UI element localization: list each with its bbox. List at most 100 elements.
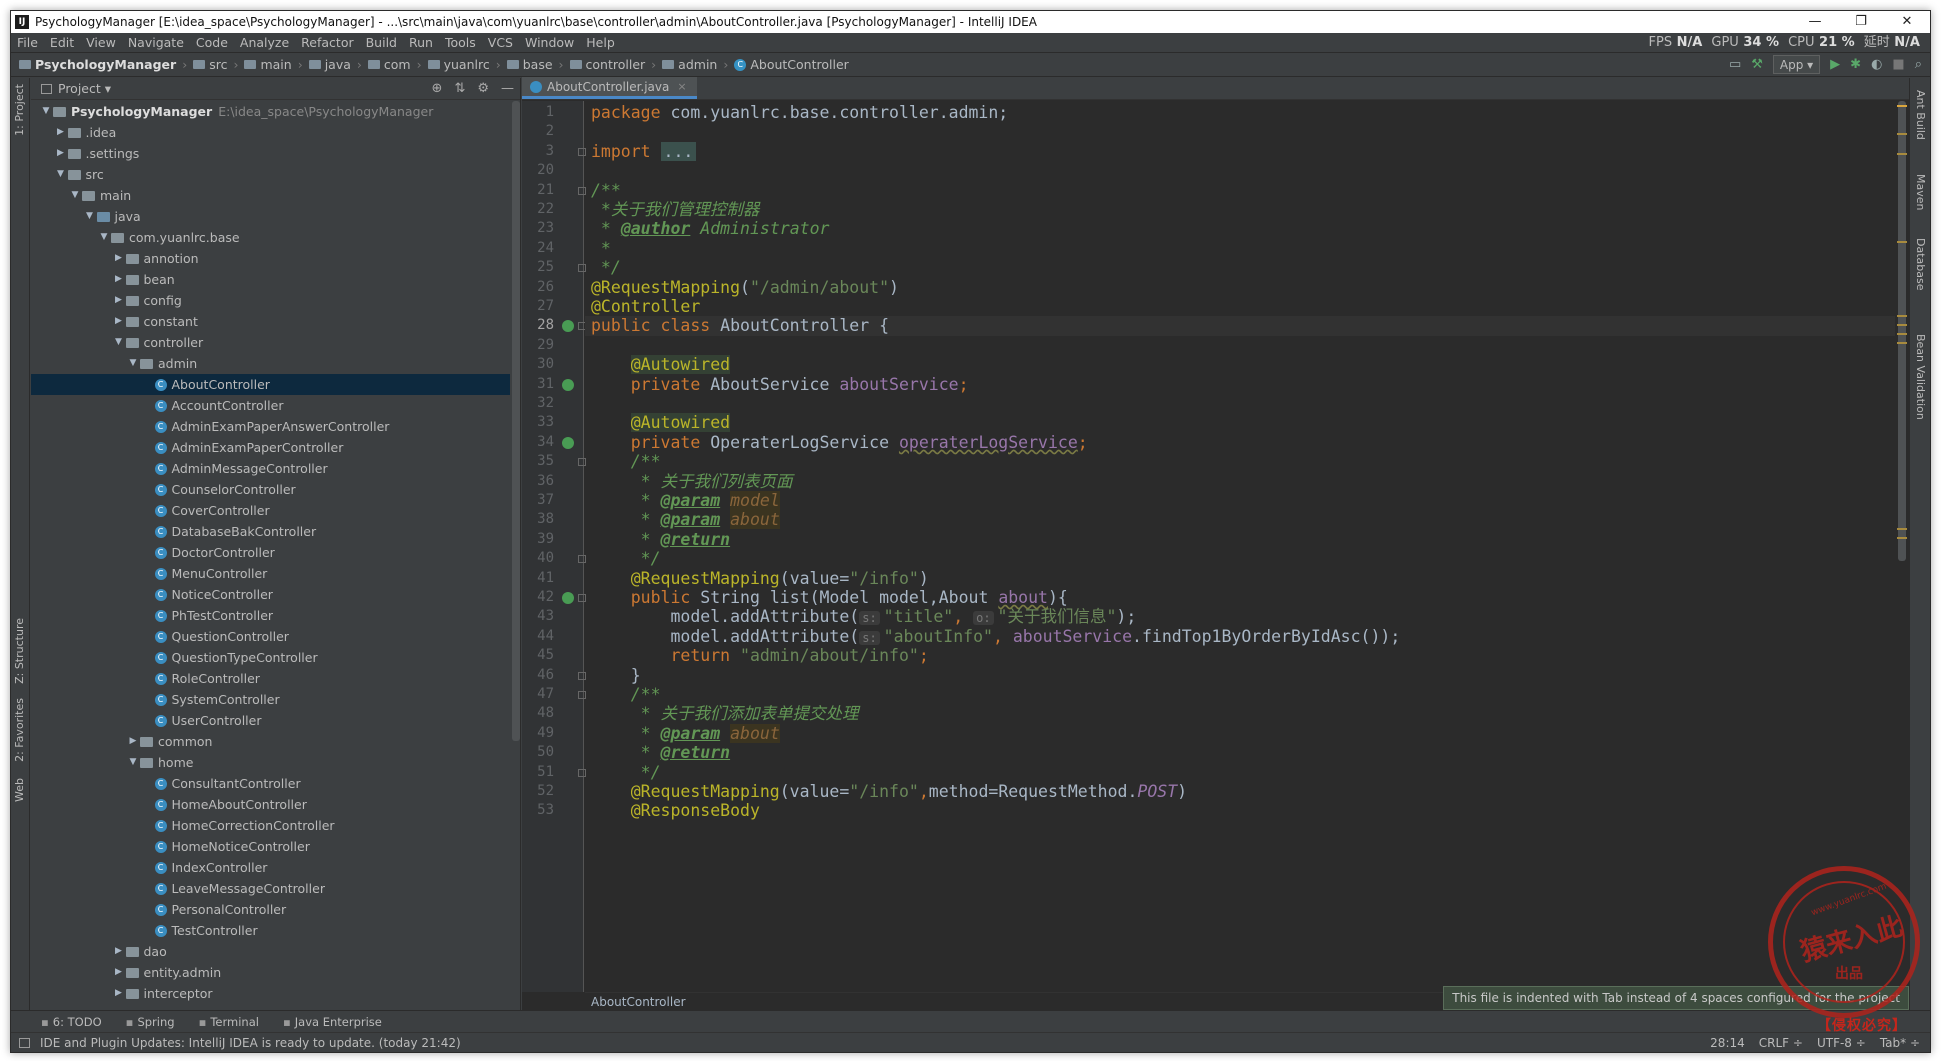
tree-node[interactable]: ▶ bean [31, 269, 510, 290]
menu-vcs[interactable]: VCS [482, 35, 519, 50]
collapsed-arrow-icon[interactable]: ▶ [54, 143, 68, 164]
tree-node[interactable]: C AboutController [31, 374, 510, 395]
tree-node[interactable]: C PhTestController [31, 605, 510, 626]
stop-icon[interactable]: ■ [1892, 57, 1904, 72]
search-icon[interactable]: ⌕ [1915, 57, 1922, 72]
layout-icon[interactable]: ▭ [1729, 57, 1741, 72]
gear-icon[interactable]: ⚙ [477, 81, 489, 96]
debug-icon[interactable]: ✱ [1850, 57, 1861, 72]
tree-node[interactable]: C MenuController [31, 563, 510, 584]
tree-node[interactable]: ▶ config [31, 290, 510, 311]
collapse-all-icon[interactable]: ⇅ [454, 81, 465, 96]
tree-node[interactable]: C CounselorController [31, 479, 510, 500]
error-stripe-mark[interactable] [1897, 537, 1907, 539]
menu-build[interactable]: Build [360, 35, 403, 50]
expanded-arrow-icon[interactable]: ▼ [83, 206, 97, 227]
tree-node[interactable]: ▶ .settings [31, 143, 510, 164]
tree-node[interactable]: C PersonalController [31, 899, 510, 920]
structure-tool-tab[interactable]: Z: Structure [13, 618, 26, 684]
expanded-arrow-icon[interactable]: ▼ [39, 101, 53, 122]
ant-build-tool-tab[interactable]: Ant Build [1914, 90, 1927, 140]
todo-tool-tab[interactable]: 6: TODO [41, 1015, 102, 1029]
line-separator[interactable]: CRLF ÷ [1759, 1033, 1803, 1052]
menu-window[interactable]: Window [519, 35, 580, 50]
project-tool-tab[interactable]: 1: Project [13, 84, 26, 136]
collapsed-arrow-icon[interactable]: ▶ [112, 290, 126, 311]
editor-scrollbar[interactable] [1895, 101, 1909, 992]
menu-run[interactable]: Run [403, 35, 439, 50]
breadcrumb-item[interactable]: admin [662, 57, 717, 72]
tree-node[interactable]: C DoctorController [31, 542, 510, 563]
tree-node[interactable]: ▼ controller [31, 332, 510, 353]
tree-node[interactable]: C RoleController [31, 668, 510, 689]
breadcrumb-item[interactable]: controller [569, 57, 645, 72]
bean-gutter-icon[interactable] [562, 320, 574, 333]
run-icon[interactable]: ▶ [1830, 57, 1840, 72]
tree-node[interactable]: C QuestionTypeController [31, 647, 510, 668]
collapsed-arrow-icon[interactable]: ▶ [54, 122, 68, 143]
terminal-tool-tab[interactable]: Terminal [199, 1015, 259, 1029]
error-stripe-mark[interactable] [1897, 528, 1907, 530]
tree-node[interactable]: C AdminMessageController [31, 458, 510, 479]
close-tab-icon[interactable]: × [677, 80, 686, 93]
tree-node[interactable]: ▶ .idea [31, 122, 510, 143]
error-stripe-mark[interactable] [1897, 342, 1907, 344]
restore-button[interactable]: ❐ [1838, 11, 1884, 33]
close-button[interactable]: ✕ [1884, 11, 1930, 33]
breadcrumb-item[interactable]: PsychologyManager [19, 57, 176, 72]
coverage-icon[interactable]: ◐ [1871, 57, 1882, 72]
collapsed-arrow-icon[interactable]: ▶ [112, 941, 126, 962]
menu-help[interactable]: Help [580, 35, 621, 50]
bean-gutter-icon[interactable] [562, 592, 574, 604]
error-stripe-mark[interactable] [1897, 153, 1907, 155]
tree-node[interactable]: C NoticeController [31, 584, 510, 605]
indent-setting[interactable]: Tab* ÷ [1880, 1033, 1920, 1052]
maven-tool-tab[interactable]: Maven [1914, 174, 1927, 210]
tree-node[interactable]: ▶ dao [31, 941, 510, 962]
breadcrumb-item[interactable]: yuanlrc [427, 57, 490, 72]
expanded-arrow-icon[interactable]: ▼ [54, 164, 68, 185]
build-hammer-icon[interactable]: ⚒ [1751, 57, 1763, 72]
expanded-arrow-icon[interactable]: ▼ [97, 227, 111, 248]
breadcrumb-item[interactable]: com [367, 57, 411, 72]
menu-tools[interactable]: Tools [439, 35, 482, 50]
breadcrumb-item[interactable]: java [308, 57, 351, 72]
project-scrollbar[interactable] [512, 101, 520, 741]
tree-node[interactable]: C UserController [31, 710, 510, 731]
run-config-select[interactable]: App ▾ [1772, 55, 1821, 74]
editor-scroll-thumb[interactable] [1898, 101, 1906, 561]
tree-node[interactable]: C AdminExamPaperController [31, 437, 510, 458]
collapsed-arrow-icon[interactable]: ▶ [112, 269, 126, 290]
tree-node[interactable]: C AdminExamPaperAnswerController [31, 416, 510, 437]
bean-gutter-icon[interactable] [562, 436, 574, 449]
error-stripe-mark[interactable] [1897, 133, 1907, 135]
tree-node[interactable]: ▼ PsychologyManager E:\idea_space\Psycholo… [31, 101, 510, 122]
tree-node[interactable]: ▶ annotion [31, 248, 510, 269]
error-stripe-mark[interactable] [1897, 241, 1907, 243]
tree-node[interactable]: C HomeNoticeController [31, 836, 510, 857]
tree-node[interactable]: ▼ home [31, 752, 510, 773]
hide-icon[interactable]: — [501, 81, 514, 96]
tree-node[interactable]: ▶ interceptor [31, 983, 510, 1004]
tree-node[interactable]: C TestController [31, 920, 510, 941]
locate-icon[interactable]: ⊕ [432, 81, 443, 96]
java-enterprise-tool-tab[interactable]: Java Enterprise [283, 1015, 382, 1029]
error-stripe-mark[interactable] [1897, 315, 1907, 317]
expanded-arrow-icon[interactable]: ▼ [126, 752, 140, 773]
menu-view[interactable]: View [80, 35, 122, 50]
tree-node[interactable]: C AccountController [31, 395, 510, 416]
expanded-arrow-icon[interactable]: ▼ [126, 353, 140, 374]
breadcrumb-item[interactable]: base [506, 57, 553, 72]
tree-node[interactable]: C SystemController [31, 689, 510, 710]
toggle-tool-windows-icon[interactable] [19, 1037, 30, 1048]
tree-node[interactable]: ▼ java [31, 206, 510, 227]
tree-node[interactable]: C HomeAboutController [31, 794, 510, 815]
collapsed-arrow-icon[interactable]: ▶ [112, 983, 126, 1004]
collapsed-arrow-icon[interactable]: ▶ [112, 248, 126, 269]
tree-node[interactable]: C LeaveMessageController [31, 878, 510, 899]
expanded-arrow-icon[interactable]: ▼ [68, 185, 82, 206]
tree-node[interactable]: ▼ main [31, 185, 510, 206]
tree-node[interactable]: C QuestionController [31, 626, 510, 647]
file-encoding[interactable]: UTF-8 ÷ [1817, 1033, 1866, 1052]
spring-tool-tab[interactable]: Spring [126, 1015, 174, 1029]
